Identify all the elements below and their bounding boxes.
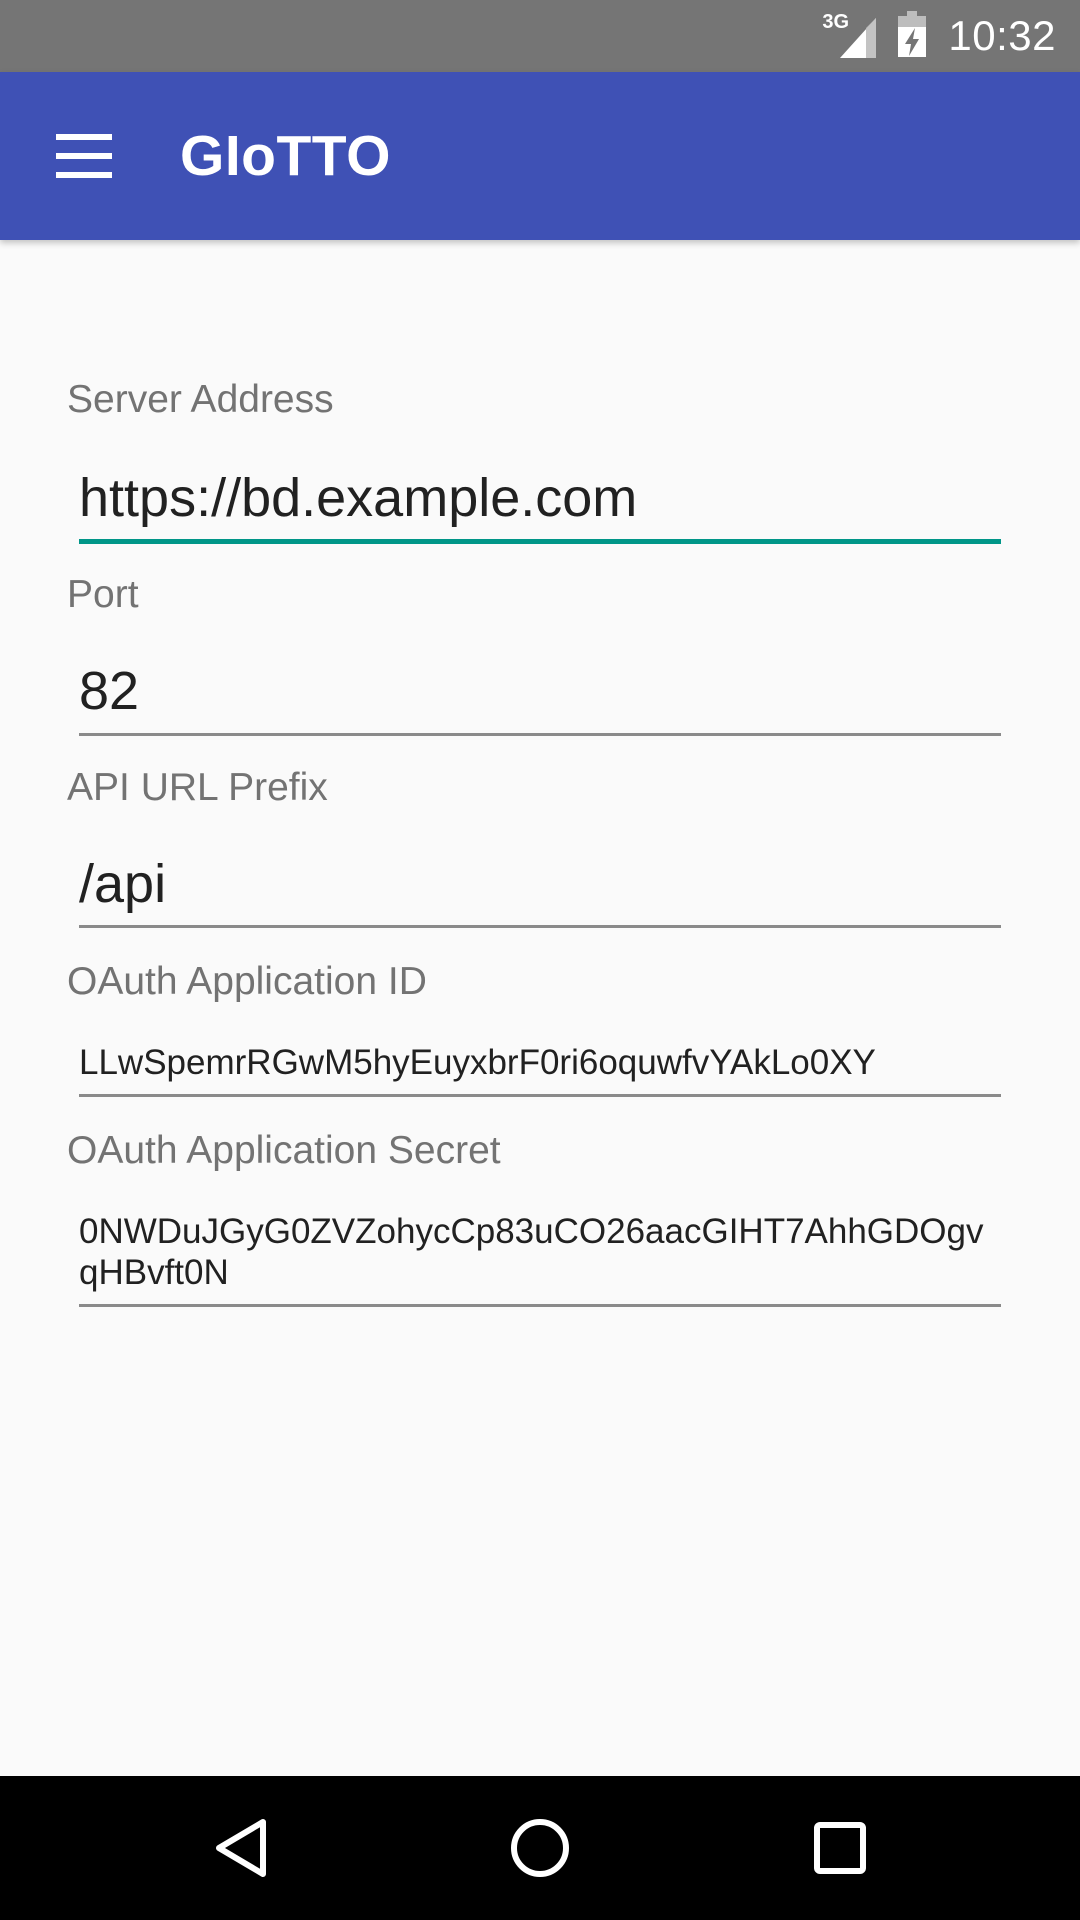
status-bar: 3G 10:32 — [0, 0, 1080, 72]
oauth-id-label: OAuth Application ID — [67, 960, 427, 1003]
screen: 3G 10:32 GIoTTO Server Address https://b… — [0, 0, 1080, 1920]
app-bar: GIoTTO — [0, 72, 1080, 240]
oauth-secret-input[interactable]: 0NWDuJGyG0ZVZohycCp83uCO26aacGIHT7AhhGDO… — [79, 1211, 1001, 1293]
server-address-input[interactable] — [79, 468, 1001, 528]
navigation-bar — [0, 1776, 1080, 1920]
recents-icon[interactable] — [760, 1776, 920, 1920]
api-prefix-underline — [79, 925, 1001, 928]
oauth-secret-label: OAuth Application Secret — [67, 1129, 501, 1172]
server-address-underline — [79, 539, 1001, 544]
signal-icon: 3G — [822, 12, 877, 58]
home-icon[interactable] — [460, 1776, 620, 1920]
port-input[interactable] — [79, 661, 1001, 721]
oauth-id-underline — [79, 1094, 1001, 1097]
api-prefix-label: API URL Prefix — [67, 766, 328, 809]
oauth-id-input[interactable] — [79, 1042, 1001, 1083]
hamburger-menu-icon[interactable] — [56, 134, 112, 178]
oauth-secret-underline — [79, 1304, 1001, 1307]
server-address-label: Server Address — [67, 378, 334, 421]
app-title: GIoTTO — [180, 124, 391, 188]
back-icon[interactable] — [161, 1776, 321, 1920]
port-label: Port — [67, 573, 139, 616]
battery-charging-icon — [898, 10, 927, 62]
port-underline — [79, 733, 1001, 736]
status-time: 10:32 — [948, 12, 1056, 59]
api-prefix-input[interactable] — [79, 854, 1001, 914]
